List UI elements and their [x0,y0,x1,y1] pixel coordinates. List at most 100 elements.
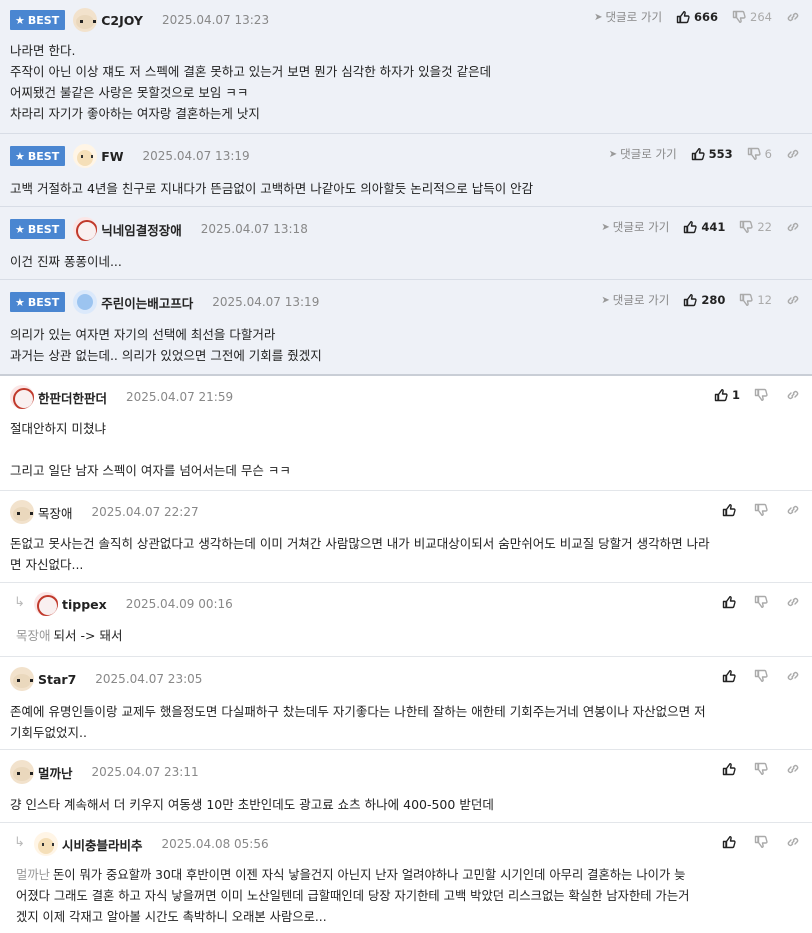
goto-comment-link[interactable]: ➤ 댓글로 가기 [601,292,669,308]
comment-actions: ➤ 댓글로 가기 666 264 [594,0,802,34]
avatar[interactable] [10,760,34,784]
nickname[interactable]: Star7 [38,672,76,687]
upvote-button[interactable] [722,595,740,609]
comment-actions [722,491,802,529]
avatar[interactable] [73,8,98,32]
goto-comment-link[interactable]: ➤ 댓글로 가기 [609,146,677,162]
nickname[interactable]: 목장애 [38,503,73,522]
comment: 멀까난 2025.04.07 23:11 걍 인스타 계속해서 더 키우지 여동… [0,750,812,823]
best-badge: ★ BEST [10,10,66,30]
goto-comment-link[interactable]: ➤ 댓글로 가기 [594,9,662,25]
arrow-icon: ➤ [601,221,610,233]
link-icon [786,503,800,517]
avatar[interactable] [10,667,34,691]
downvote-button[interactable] [754,669,772,683]
copy-link-button[interactable] [786,220,800,234]
link-icon [786,595,800,609]
link-icon [786,762,800,776]
nickname[interactable]: tippex [62,597,107,612]
copy-link-button[interactable] [786,293,800,307]
comment-actions: ➤ 댓글로 가기 553 6 [609,134,802,174]
copy-link-button[interactable] [786,147,800,161]
copy-link-button[interactable] [786,835,800,849]
nickname[interactable]: 한판더한판더 [38,388,107,407]
comment-date: 2025.04.07 13:18 [200,222,308,236]
upvote-button[interactable]: 553 [691,147,733,161]
downvote-button[interactable]: 6 [747,147,772,161]
nickname[interactable]: 닉네임결정장애 [101,220,182,239]
copy-link-button[interactable] [786,669,800,683]
downvote-button[interactable]: 22 [739,220,772,234]
comment-body: 이건 진짜 퐁퐁이네... [10,254,122,269]
reply-comment: ↳ 시비충블라비추 2025.04.08 05:56 멀까난 돈이 뭐가 중요할까… [0,823,812,933]
upvote-button[interactable] [722,762,740,776]
avatar[interactable] [73,144,98,168]
mention[interactable]: 목장애 [16,628,51,643]
nickname[interactable]: 주린이는배고프다 [101,293,193,312]
comment-actions [722,750,802,788]
avatar[interactable] [73,290,98,314]
star-icon: ★ [15,149,25,163]
downvote-button[interactable] [754,762,772,776]
goto-comment-link[interactable]: ➤ 댓글로 가기 [601,219,669,235]
upvote-button[interactable]: 1 [714,388,740,402]
comment-body: 존예에 유명인들이랑 교제두 했을정도면 다실패하구 찼는데두 자기좋다는 나한… [10,704,706,740]
reply-arrow-icon: ↳ [14,595,25,610]
avatar[interactable] [34,832,58,856]
comment: 목장애 2025.04.07 22:27 돈없고 못사는건 솔직히 상관없다고 … [0,491,812,583]
comment-body: 절대안하지 미쳤냐 그리고 일단 남자 스펙이 여자를 넘어서는데 무슨 ㅋㅋ [10,421,291,478]
comment-date: 2025.04.09 00:16 [125,597,233,611]
thumbs-up-icon [722,669,736,683]
comment-actions [722,583,802,621]
link-icon [786,293,800,307]
upvote-button[interactable]: 666 [676,10,718,24]
thumbs-down-icon [754,388,768,402]
downvote-button[interactable] [754,835,772,849]
downvote-button[interactable]: 12 [739,293,772,307]
comment-header: Star7 2025.04.07 23:05 [10,657,802,701]
upvote-button[interactable]: 441 [683,220,725,234]
thumbs-up-icon [722,835,736,849]
comment-actions: 1 [714,376,802,414]
avatar[interactable] [34,592,58,616]
thumbs-up-icon [676,10,690,24]
link-icon [786,669,800,683]
comment-actions [722,657,802,695]
nickname[interactable]: FW [101,149,123,164]
thumbs-up-icon [722,595,736,609]
nickname[interactable]: 멀까난 [38,763,73,782]
copy-link-button[interactable] [786,762,800,776]
best-comment: ★ BEST 주린이는배고프다 2025.04.07 13:19 ➤ 댓글로 가기 … [0,280,812,376]
thumbs-down-icon [754,669,768,683]
best-comment: ★ BEST 닉네임결정장애 2025.04.07 13:18 ➤ 댓글로 가기 4… [0,207,812,280]
copy-link-button[interactable] [786,595,800,609]
avatar[interactable] [73,217,98,241]
comment-header: ★ BEST 주린이는배고프다 2025.04.07 13:19 ➤ 댓글로 가기 … [10,280,802,324]
copy-link-button[interactable] [786,388,800,402]
mention[interactable]: 멀까난 [16,868,50,882]
comment-body: 의리가 있는 여자면 자기의 선택에 최선을 다할거라 과거는 상관 없는데..… [10,327,322,363]
best-comment: ★ BEST FW 2025.04.07 13:19 ➤ 댓글로 가기 553 6 … [0,134,812,207]
nickname[interactable]: C2JOY [101,13,143,28]
downvote-button[interactable]: 264 [732,10,772,24]
upvote-button[interactable] [722,835,740,849]
upvote-button[interactable]: 280 [683,293,725,307]
copy-link-button[interactable] [786,503,800,517]
comment-header: 시비충블라비추 2025.04.08 05:56 [34,823,802,865]
best-comment: ★ BEST C2JOY 2025.04.07 13:23 ➤ 댓글로 가기 666… [0,0,812,134]
nickname[interactable]: 시비충블라비추 [62,835,143,854]
copy-link-button[interactable] [786,10,800,24]
upvote-button[interactable] [722,503,740,517]
downvote-button[interactable] [754,388,772,402]
downvote-button[interactable] [754,595,772,609]
avatar[interactable] [10,385,34,409]
comment-date: 2025.04.07 23:05 [95,672,203,686]
comment-date: 2025.04.07 13:19 [212,295,320,309]
star-icon: ★ [15,13,25,27]
avatar[interactable] [10,500,34,524]
upvote-button[interactable] [722,669,740,683]
thumbs-down-icon [732,10,746,24]
downvote-button[interactable] [754,503,772,517]
thumbs-down-icon [754,835,768,849]
thumbs-down-icon [739,220,753,234]
